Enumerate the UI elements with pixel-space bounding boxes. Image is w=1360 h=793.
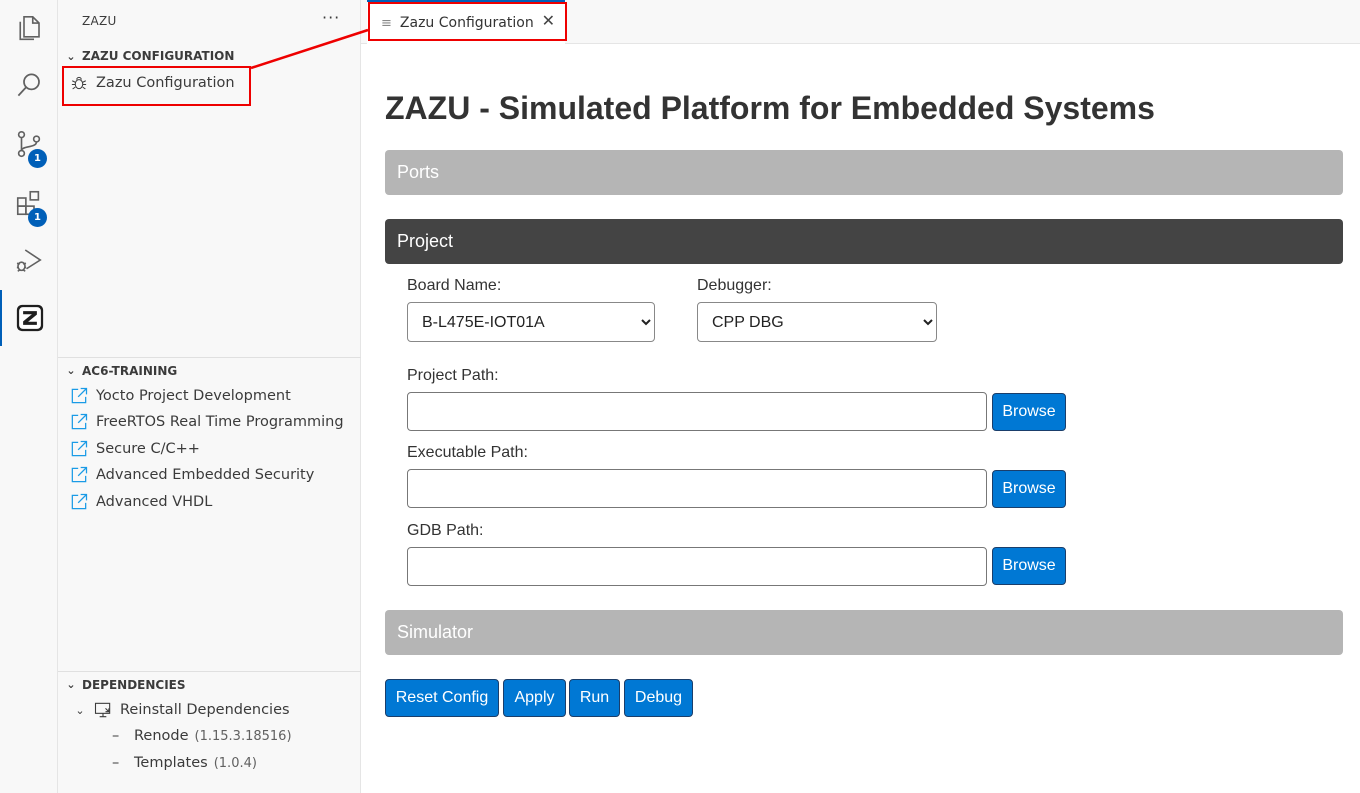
- chevron-down-icon: ⌄: [75, 703, 85, 717]
- chevron-down-icon: ⌄: [66, 49, 76, 63]
- section-dependencies[interactable]: ⌄ DEPENDENCIES: [58, 671, 361, 697]
- training-link-freertos[interactable]: FreeRTOS Real Time Programming: [68, 409, 344, 435]
- zazu-icon[interactable]: [0, 290, 58, 346]
- more-actions-icon[interactable]: ···: [322, 8, 340, 27]
- ports-panel-header[interactable]: Ports: [385, 150, 1343, 195]
- debug-button[interactable]: Debug: [624, 679, 693, 717]
- tree-item-zazu-configuration[interactable]: Zazu Configuration: [68, 70, 235, 96]
- source-control-icon[interactable]: 1: [0, 116, 58, 172]
- search-icon[interactable]: [0, 57, 58, 113]
- external-link-icon: [68, 411, 90, 433]
- executable-path-label: Executable Path:: [407, 444, 528, 461]
- tree-item-reinstall-dependencies[interactable]: ⌄ Reinstall Dependencies: [72, 697, 290, 723]
- section-title: ZAZU CONFIGURATION: [82, 49, 235, 63]
- apply-button[interactable]: Apply: [503, 679, 566, 717]
- external-link-icon: [68, 438, 90, 460]
- tab-label: Zazu Configuration: [399, 15, 534, 31]
- link-label: Yocto Project Development: [96, 388, 291, 404]
- link-label: Secure C/C++: [96, 441, 200, 457]
- panel-title: Simulator: [397, 622, 474, 642]
- gdb-path-browse-button[interactable]: Browse: [992, 547, 1066, 585]
- monitor-download-icon: [92, 699, 114, 721]
- training-link-vhdl[interactable]: Advanced VHDL: [68, 489, 212, 515]
- training-link-yocto[interactable]: Yocto Project Development: [68, 383, 291, 409]
- link-label: Advanced Embedded Security: [96, 467, 315, 483]
- debugger-label: Debugger:: [697, 277, 772, 294]
- dependency-renode: – Renode (1.15.3.18516): [112, 723, 292, 749]
- link-label: Advanced VHDL: [96, 494, 213, 510]
- dash-icon: –: [112, 755, 120, 771]
- extensions-icon[interactable]: 1: [0, 175, 58, 231]
- section-zazu-configuration[interactable]: ⌄ ZAZU CONFIGURATION: [58, 45, 361, 67]
- run-debug-icon[interactable]: [0, 232, 58, 288]
- page-title: ZAZU - Simulated Platform for Embedded S…: [385, 90, 1155, 126]
- external-link-icon: [68, 385, 90, 407]
- source-control-badge: 1: [28, 149, 47, 168]
- section-ac6-training[interactable]: ⌄ AC6-TRAINING: [58, 357, 361, 383]
- sidebar-title: ZAZU: [82, 14, 117, 28]
- activity-bar: 1 1: [0, 0, 58, 793]
- panel-title: Project: [397, 231, 454, 251]
- executable-path-input[interactable]: [407, 469, 987, 508]
- document-icon: ≡: [381, 15, 392, 31]
- project-panel-header[interactable]: Project: [385, 219, 1343, 264]
- external-link-icon: [68, 464, 90, 486]
- project-path-label: Project Path:: [407, 367, 499, 384]
- dependency-name: Renode: [134, 728, 189, 744]
- section-title: DEPENDENCIES: [82, 677, 186, 692]
- dependency-version: (1.15.3.18516): [194, 728, 292, 744]
- chevron-down-icon: ⌄: [66, 364, 76, 377]
- bug-icon: [68, 72, 90, 94]
- tab-zazu-configuration[interactable]: ≡ Zazu Configuration ✕: [367, 0, 565, 44]
- tree-item-label: Zazu Configuration: [96, 75, 235, 91]
- section-title: AC6-TRAINING: [82, 363, 178, 378]
- project-path-browse-button[interactable]: Browse: [992, 393, 1066, 431]
- dash-icon: –: [112, 728, 120, 744]
- board-name-label: Board Name:: [407, 277, 502, 294]
- dependency-templates: – Templates (1.0.4): [112, 750, 257, 776]
- training-link-secure-c[interactable]: Secure C/C++: [68, 436, 200, 462]
- external-link-icon: [68, 491, 90, 513]
- gdb-path-label: GDB Path:: [407, 522, 484, 539]
- tab-bar: ≡ Zazu Configuration ✕: [361, 0, 1360, 44]
- dependency-name: Templates: [134, 755, 208, 771]
- training-link-embedded-security[interactable]: Advanced Embedded Security: [68, 462, 314, 488]
- panel-title: Ports: [397, 162, 440, 182]
- link-label: FreeRTOS Real Time Programming: [96, 414, 344, 430]
- chevron-down-icon: ⌄: [66, 678, 76, 691]
- explorer-icon[interactable]: [0, 0, 58, 56]
- reset-config-button[interactable]: Reset Config: [385, 679, 499, 717]
- debugger-select[interactable]: CPP DBG: [697, 302, 937, 342]
- dependency-version: (1.0.4): [213, 755, 257, 771]
- simulator-panel-header[interactable]: Simulator: [385, 610, 1343, 655]
- tree-item-label: Reinstall Dependencies: [120, 702, 290, 718]
- executable-path-browse-button[interactable]: Browse: [992, 470, 1066, 508]
- extensions-badge: 1: [28, 208, 47, 227]
- sidebar: ZAZU ··· ⌄ ZAZU CONFIGURATION Zazu Confi…: [58, 0, 361, 793]
- gdb-path-input[interactable]: [407, 547, 987, 586]
- board-name-select[interactable]: B-L475E-IOT01A: [407, 302, 655, 342]
- run-button[interactable]: Run: [569, 679, 620, 717]
- project-path-input[interactable]: [407, 392, 987, 431]
- close-icon[interactable]: ✕: [542, 11, 555, 30]
